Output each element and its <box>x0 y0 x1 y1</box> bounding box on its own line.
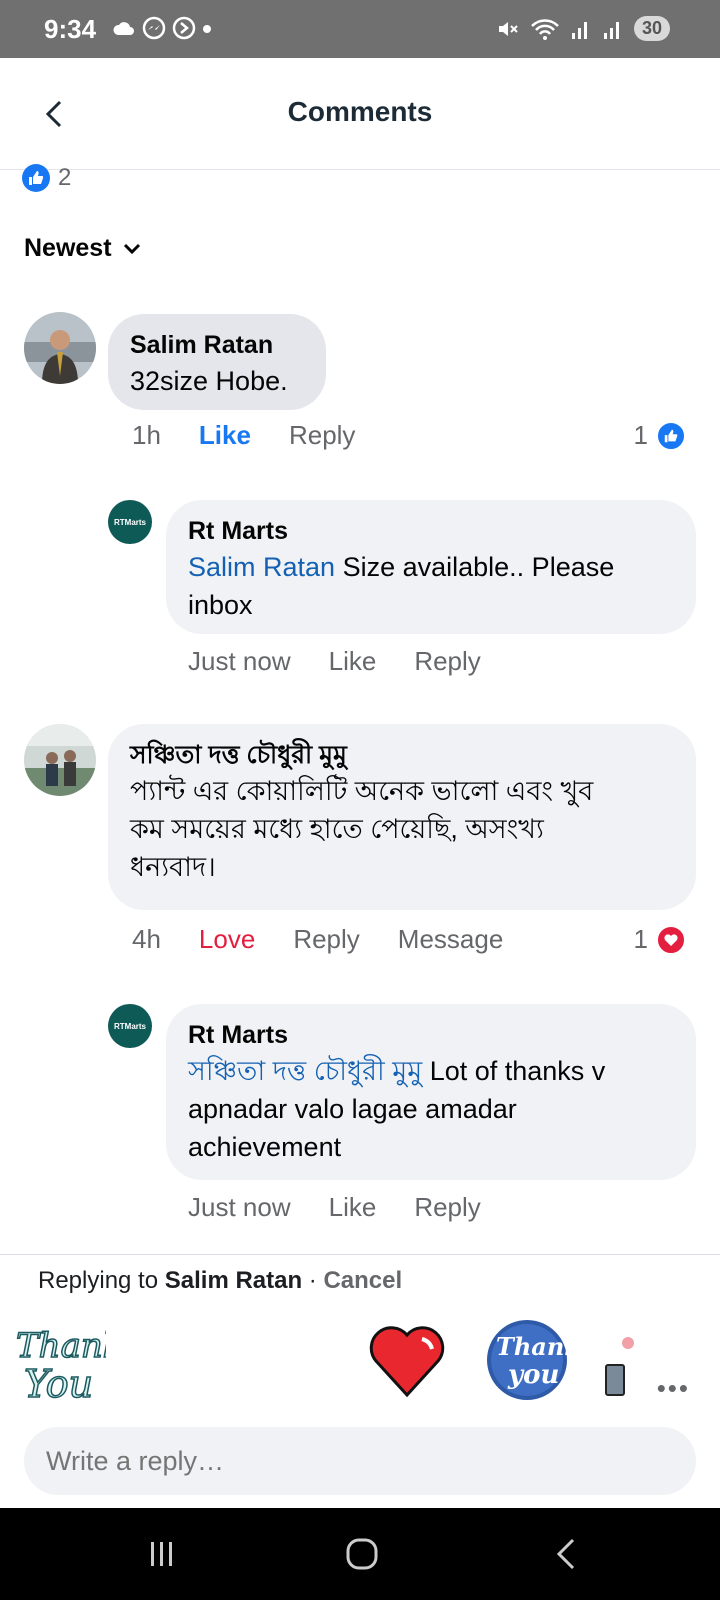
comment-time: Just now <box>188 646 291 676</box>
signal-icon-2 <box>603 21 619 39</box>
like-button[interactable]: Like <box>199 420 251 451</box>
thank-you-script-sticker[interactable]: Thank You <box>10 1315 106 1411</box>
sort-dropdown[interactable]: Newest <box>24 234 142 263</box>
avatar[interactable] <box>24 724 96 796</box>
reaction-count-value: 1 <box>633 924 648 954</box>
sticker-text: Thank <box>16 1326 106 1366</box>
post-reaction-summary[interactable]: 2 <box>22 164 71 192</box>
home-button[interactable] <box>342 1536 382 1572</box>
post-reaction-count: 2 <box>58 164 72 191</box>
phone-sticker[interactable] <box>604 1327 634 1397</box>
avatar[interactable]: RTMarts <box>108 500 152 544</box>
comment-author[interactable]: Rt Marts <box>188 514 674 548</box>
comment-time: 1h <box>132 420 161 450</box>
comment-text: 32size Hobe. <box>130 366 288 396</box>
reply-input[interactable] <box>24 1427 696 1495</box>
sticker-text: you <box>507 1360 559 1390</box>
sort-label: Newest <box>24 234 112 262</box>
avatar[interactable]: RTMarts <box>108 1004 152 1048</box>
replying-target: Salim Ratan <box>164 1267 303 1294</box>
mention-link[interactable]: Salim Ratan <box>188 552 335 582</box>
like-icon <box>656 420 686 451</box>
more-stickers-button[interactable]: ••• <box>657 1373 690 1404</box>
battery-indicator: 30 <box>633 16 670 41</box>
comment-text-line: কম সময়ের মধ্যে হাতে পেয়েছি, অসংখ্য <box>130 814 544 844</box>
sticker-text: You <box>24 1362 93 1406</box>
comment-text-line: apnadar valo lagae amadar <box>188 1094 517 1124</box>
comment-author[interactable]: Salim Ratan <box>130 328 304 362</box>
dot-icon <box>203 25 211 33</box>
system-back-button[interactable] <box>548 1536 588 1572</box>
comment-bubble[interactable]: Salim Ratan 32size Hobe. <box>108 314 326 410</box>
like-icon <box>22 164 50 192</box>
recent-apps-button[interactable] <box>142 1536 182 1572</box>
love-button[interactable]: Love <box>199 924 255 955</box>
like-button[interactable]: Like <box>329 1192 377 1223</box>
comment-actions: 4h Love Reply Message <box>132 924 541 955</box>
reply-button[interactable]: Reply <box>289 420 355 451</box>
data-saver-icon <box>172 16 196 40</box>
messenger-icon <box>142 16 166 40</box>
comment-actions: Just now Like Reply <box>188 646 519 677</box>
header: Comments <box>0 58 720 170</box>
comment-reaction-count[interactable]: 1 <box>634 924 686 955</box>
notification-icons <box>112 16 212 40</box>
home-icon <box>346 1538 378 1570</box>
comment-text-line: প্যান্ট এর কোয়ালিটি অনেক ভালো এবং খুব <box>130 776 594 806</box>
comment-text-line: inbox <box>188 590 253 620</box>
wifi-icon <box>531 18 559 40</box>
reaction-count-value: 1 <box>633 420 648 450</box>
avatar-photo-sanchita <box>24 724 96 796</box>
comment-text-line: Lot of thanks v <box>422 1056 606 1086</box>
comment-bubble[interactable]: সঞ্চিতা দত্ত চৌধুরী মুমু প্যান্ট এর কোয়… <box>108 724 696 910</box>
recent-apps-icon <box>151 1542 172 1566</box>
comment-author[interactable]: সঞ্চিতা দত্ত চৌধুরী মুমু <box>130 738 674 772</box>
heart-sticker[interactable] <box>368 1321 446 1401</box>
comment-text: সঞ্চিতা দত্ত চৌধুরী মুমু Lot of thanks v… <box>188 1052 674 1166</box>
back-icon <box>556 1538 575 1570</box>
status-time: 9:34 <box>44 14 97 44</box>
message-button[interactable]: Message <box>398 924 504 955</box>
replying-separator: · <box>302 1267 324 1294</box>
cloud-icon <box>113 22 134 35</box>
status-bar: 9:34 30 <box>0 0 720 58</box>
replying-to-label: Replying to Salim Ratan · Cancel <box>38 1267 402 1295</box>
replying-prefix: Replying to <box>38 1267 165 1294</box>
cancel-reply-button[interactable]: Cancel <box>323 1267 402 1294</box>
reply-composer: Replying to Salim Ratan · Cancel Thank Y… <box>0 1254 720 1495</box>
comment-text-line: Size available.. Please <box>335 552 615 582</box>
reply-button[interactable]: Reply <box>414 646 480 677</box>
comment-bubble[interactable]: Rt Marts Salim Ratan Size available.. Pl… <box>166 500 696 634</box>
comment-text-line: achievement <box>188 1132 342 1162</box>
page-title: Comments <box>287 96 433 127</box>
comment-actions: 1h Like Reply <box>132 420 393 451</box>
thank-you-badge-sticker[interactable]: Thank you <box>482 1315 572 1405</box>
comment-reaction-count[interactable]: 1 <box>634 420 686 451</box>
system-navigation-bar <box>0 1508 720 1600</box>
like-button[interactable]: Like <box>329 646 377 677</box>
reply-button[interactable]: Reply <box>414 1192 480 1223</box>
comment-text: প্যান্ট এর কোয়ালিটি অনেক ভালো এবং খুব কম… <box>130 772 674 886</box>
system-icons: 30 <box>496 16 670 41</box>
sticker-suggestions: Thank You Thank you ••• <box>0 1305 720 1407</box>
reply-button[interactable]: Reply <box>293 924 359 955</box>
avatar-photo-salim <box>24 312 96 384</box>
comment-actions: Just now Like Reply <box>188 1192 519 1223</box>
mention-link[interactable]: সঞ্চিতা দত্ত চৌধুরী মুমু <box>188 1056 422 1086</box>
avatar[interactable] <box>24 312 96 384</box>
comment-time: 4h <box>132 924 161 954</box>
signal-icon <box>571 21 587 39</box>
comment-bubble[interactable]: Rt Marts সঞ্চিতা দত্ত চৌধুরী মুমু Lot of… <box>166 1004 696 1180</box>
sticker-text: Thank <box>496 1332 572 1361</box>
mute-icon <box>498 21 518 36</box>
comment-text-line: ধন্যবাদ। <box>130 852 216 882</box>
chevron-down-icon <box>123 243 140 254</box>
comment-text: Salim Ratan Size available.. Please inbox <box>188 548 674 624</box>
comment-time: Just now <box>188 1192 291 1222</box>
heart-icon <box>656 924 686 955</box>
comment-author[interactable]: Rt Marts <box>188 1018 674 1052</box>
